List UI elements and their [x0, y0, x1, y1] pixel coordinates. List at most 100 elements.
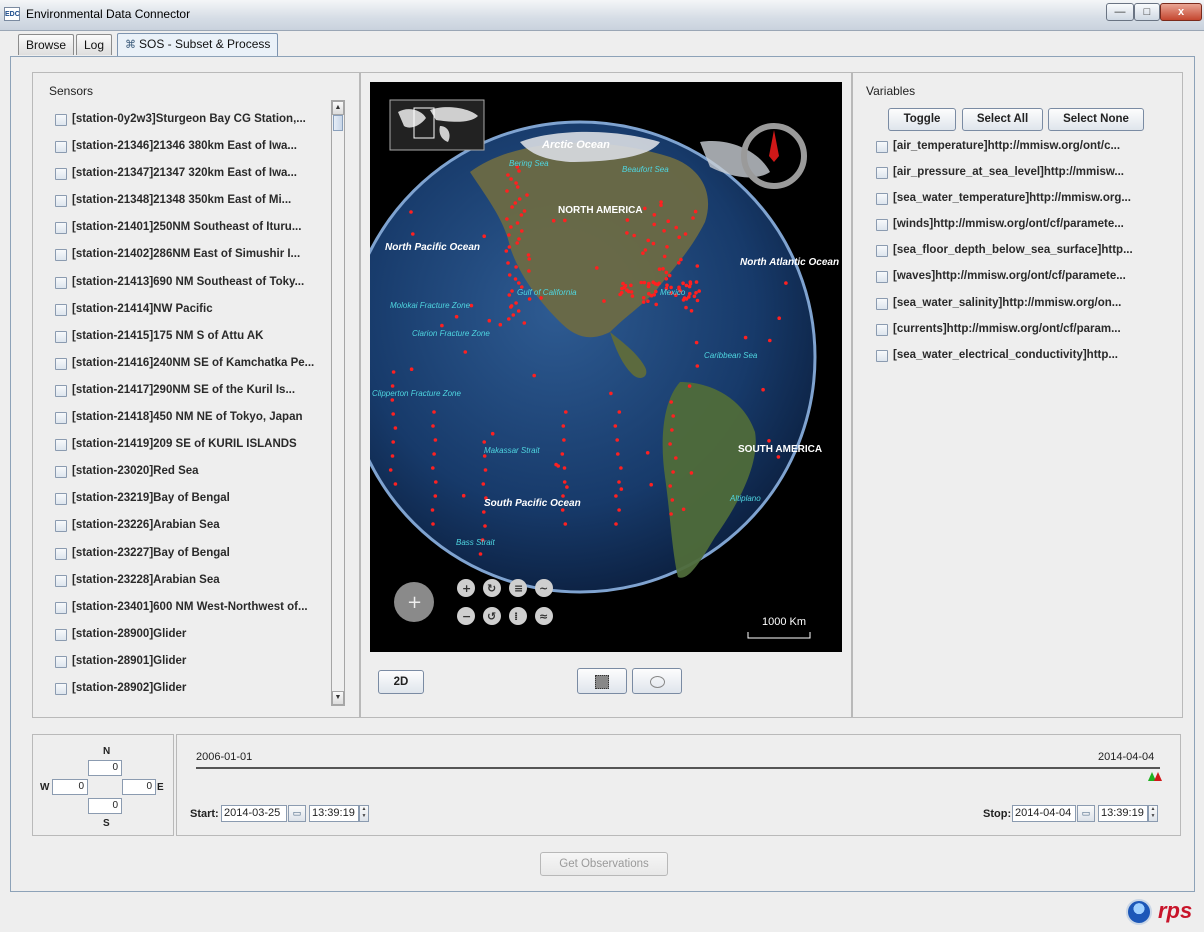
- sensor-checkbox[interactable]: [55, 330, 67, 343]
- variable-checkbox[interactable]: [876, 245, 888, 258]
- globe-map-view[interactable]: + + ↻ ≡ ~ − ↺ ⁞ ≈ Arctic Ocean Bering Sea Beau…: [370, 82, 842, 652]
- sensor-row[interactable]: [station-23020]Red Sea: [55, 461, 330, 488]
- variable-checkbox[interactable]: [876, 323, 888, 336]
- station-marker: [617, 410, 622, 414]
- sensor-row[interactable]: [station-21417]290NM SE of the Kuril Is.…: [55, 380, 330, 407]
- variable-row[interactable]: [sea_water_temperature]http://mmisw.org.…: [876, 190, 1166, 216]
- sensor-checkbox[interactable]: [55, 168, 67, 181]
- get-observations-button[interactable]: Get Observations: [540, 852, 668, 876]
- variable-row[interactable]: [sea_water_electrical_conductivity]http.…: [876, 347, 1166, 373]
- sensor-checkbox[interactable]: [55, 412, 67, 425]
- scroll-up-icon[interactable]: ▲: [332, 101, 344, 115]
- sensor-row[interactable]: [station-21414]NW Pacific: [55, 299, 330, 326]
- sensor-row[interactable]: [station-28901]Glider: [55, 651, 330, 678]
- south-field[interactable]: 0: [88, 798, 122, 814]
- sensor-row[interactable]: [station-23226]Arabian Sea: [55, 515, 330, 542]
- select-all-button[interactable]: Select All: [962, 108, 1043, 131]
- sensor-row[interactable]: [station-28900]Glider: [55, 624, 330, 651]
- sensor-list-scrollbar[interactable]: ▲ ▼: [331, 100, 345, 706]
- variable-checkbox[interactable]: [876, 349, 888, 362]
- variable-row[interactable]: [currents]http://mmisw.org/ont/cf/param.…: [876, 321, 1166, 347]
- sensor-checkbox[interactable]: [55, 249, 67, 262]
- variable-checkbox[interactable]: [876, 193, 888, 206]
- sensor-checkbox[interactable]: [55, 195, 67, 208]
- scroll-thumb[interactable]: [333, 115, 343, 131]
- sensor-checkbox[interactable]: [55, 276, 67, 289]
- variable-row[interactable]: [waves]http://mmisw.org/ont/cf/paramete.…: [876, 268, 1166, 294]
- variable-checkbox[interactable]: [876, 297, 888, 310]
- sensor-row[interactable]: [station-21413]690 NM Southeast of Toky.…: [55, 272, 330, 299]
- sensor-row[interactable]: [station-23227]Bay of Bengal: [55, 543, 330, 570]
- sensor-row[interactable]: [station-23219]Bay of Bengal: [55, 488, 330, 515]
- lasso-select-button[interactable]: [632, 668, 682, 694]
- north-field[interactable]: 0: [88, 760, 122, 776]
- timeline-handle-icon[interactable]: [1148, 770, 1162, 782]
- toggle-button[interactable]: Toggle: [888, 108, 956, 131]
- sensor-checkbox[interactable]: [55, 682, 67, 695]
- stop-date-field[interactable]: 2014-04-04: [1012, 805, 1076, 822]
- sensor-checkbox[interactable]: [55, 466, 67, 479]
- sensor-row[interactable]: [station-21402]286NM East of Simushir I.…: [55, 244, 330, 271]
- sensor-row[interactable]: [station-23401]600 NM West-Northwest of.…: [55, 597, 330, 624]
- sensor-checkbox[interactable]: [55, 628, 67, 641]
- variable-checkbox[interactable]: [876, 167, 888, 180]
- sensor-checkbox[interactable]: [55, 601, 67, 614]
- sensor-checkbox[interactable]: [55, 439, 67, 452]
- variable-row[interactable]: [sea_floor_depth_below_sea_surface]http.…: [876, 242, 1166, 268]
- sensor-row[interactable]: [station-21401]250NM Southeast of Ituru.…: [55, 217, 330, 244]
- start-calendar-icon[interactable]: ▭: [288, 805, 306, 822]
- variable-row[interactable]: [sea_water_salinity]http://mmisw.org/on.…: [876, 295, 1166, 321]
- variable-checkbox[interactable]: [876, 141, 888, 153]
- sensor-checkbox[interactable]: [55, 655, 67, 668]
- sensor-checkbox[interactable]: [55, 547, 67, 560]
- sensor-checkbox[interactable]: [55, 114, 67, 126]
- sensor-checkbox[interactable]: [55, 493, 67, 506]
- start-date-field[interactable]: 2014-03-25: [221, 805, 287, 822]
- close-button[interactable]: x: [1160, 3, 1202, 21]
- sensor-row[interactable]: [station-21347]21347 320km East of Iwa..…: [55, 163, 330, 190]
- station-marker: [507, 273, 512, 277]
- west-field[interactable]: 0: [52, 779, 88, 795]
- start-time-field[interactable]: 13:39:19: [309, 805, 359, 822]
- sensor-checkbox[interactable]: [55, 384, 67, 397]
- east-field[interactable]: 0: [122, 779, 156, 795]
- tab-log[interactable]: Log: [76, 34, 113, 55]
- sensor-row[interactable]: [station-21348]21348 350km East of Mi...: [55, 190, 330, 217]
- variable-row[interactable]: [air_temperature]http://mmisw.org/ont/c.…: [876, 138, 1166, 164]
- station-marker: [677, 235, 681, 239]
- window-title-bar[interactable]: EDC Environmental Data Connector — □ x: [0, 0, 1204, 31]
- tab-sos-subset-process[interactable]: ⌘ SOS - Subset & Process: [117, 33, 279, 56]
- maximize-button[interactable]: □: [1134, 3, 1160, 21]
- toggle-2d-button[interactable]: 2D: [378, 670, 424, 694]
- sensor-row[interactable]: [station-21346]21346 380km East of Iwa..…: [55, 136, 330, 163]
- sensor-row[interactable]: [station-28902]Glider: [55, 678, 330, 705]
- stop-time-field[interactable]: 13:39:19: [1098, 805, 1148, 822]
- sensor-row[interactable]: [station-23228]Arabian Sea: [55, 570, 330, 597]
- timeline-track[interactable]: [196, 767, 1160, 769]
- station-marker: [614, 494, 618, 498]
- sensor-checkbox[interactable]: [55, 574, 67, 587]
- minimize-button[interactable]: —: [1106, 3, 1134, 21]
- select-none-button[interactable]: Select None: [1048, 108, 1144, 131]
- sensor-checkbox[interactable]: [55, 303, 67, 316]
- sensor-checkbox[interactable]: [55, 520, 67, 533]
- variable-checkbox[interactable]: [876, 271, 888, 284]
- sensor-row[interactable]: [station-21418]450 NM NE of Tokyo, Japan: [55, 407, 330, 434]
- stop-calendar-icon[interactable]: ▭: [1077, 805, 1095, 822]
- sensor-row[interactable]: [station-21415]175 NM S of Attu AK: [55, 326, 330, 353]
- close-tab-icon[interactable]: ⌘: [125, 39, 136, 51]
- sensor-checkbox[interactable]: [55, 357, 67, 370]
- sensor-row[interactable]: [station-0y2w3]Sturgeon Bay CG Station,.…: [55, 109, 330, 136]
- variable-row[interactable]: [air_pressure_at_sea_level]http://mmisw.…: [876, 164, 1166, 190]
- scroll-down-icon[interactable]: ▼: [332, 691, 344, 705]
- rectangle-select-button[interactable]: [577, 668, 627, 694]
- sensor-checkbox[interactable]: [55, 222, 67, 235]
- tab-browse[interactable]: Browse: [18, 34, 75, 55]
- variable-checkbox[interactable]: [876, 219, 888, 232]
- sensor-row[interactable]: [station-21416]240NM SE of Kamchatka Pe.…: [55, 353, 330, 380]
- sensor-row[interactable]: [station-21419]209 SE of KURIL ISLANDS: [55, 434, 330, 461]
- start-time-spinner[interactable]: ▲ ▼: [359, 805, 369, 822]
- stop-time-spinner[interactable]: ▲ ▼: [1148, 805, 1158, 822]
- sensor-checkbox[interactable]: [55, 141, 67, 154]
- variable-row[interactable]: [winds]http://mmisw.org/ont/cf/paramete.…: [876, 216, 1166, 242]
